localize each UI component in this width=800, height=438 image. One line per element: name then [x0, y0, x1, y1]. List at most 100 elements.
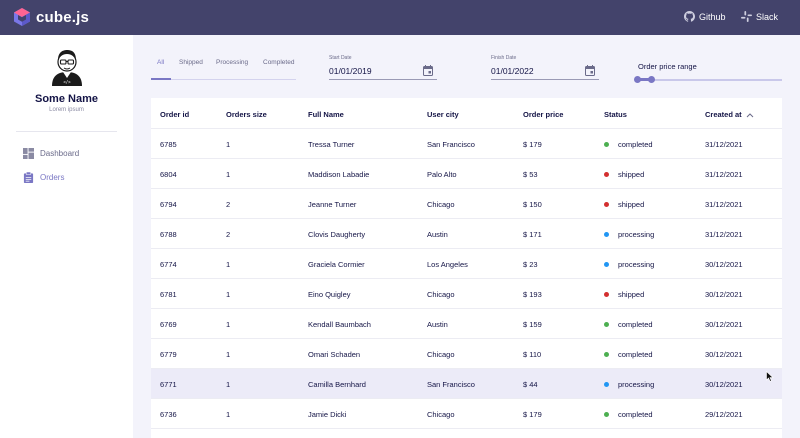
table-row[interactable]: 6779 1 Omari Schaden Chicago $ 110 completed 3…: [151, 339, 782, 369]
cell-created-at: 31/12/2021: [705, 170, 743, 179]
sidebar-item-dashboard[interactable]: Dashboard: [23, 148, 79, 159]
cell-status: completed: [618, 350, 653, 359]
column-header-order-id[interactable]: Order id: [160, 110, 189, 119]
tab-processing[interactable]: Processing: [216, 59, 248, 66]
cell-full-name: Jamie Dicki: [308, 410, 347, 419]
table-row[interactable]: 6774 1 Graciela Cormier Los Angeles $ 23 proc…: [151, 249, 782, 279]
user-name: Some Name: [35, 93, 98, 105]
tabs-underline: [151, 79, 296, 80]
cell-user-city: San Francisco: [427, 140, 475, 149]
finish-date-underline: [491, 79, 599, 80]
status-dot: [604, 382, 609, 387]
github-label: Github: [699, 11, 726, 22]
cell-order-price: $ 150: [523, 200, 542, 209]
dashboard-icon: [23, 148, 34, 159]
cell-orders-size: 2: [226, 200, 231, 209]
cell-orders-size: 1: [226, 320, 231, 329]
cell-full-name: Eino Quigley: [308, 290, 351, 299]
cell-order-price: $ 171: [523, 230, 542, 239]
cell-created-at: 30/12/2021: [705, 290, 743, 299]
cell-user-city: Austin: [427, 230, 448, 239]
price-range-min-thumb[interactable]: [634, 76, 641, 83]
start-date-value[interactable]: 01/01/2019: [329, 66, 372, 76]
column-header-orders-size[interactable]: Orders size: [226, 110, 267, 119]
cell-order-price: $ 53: [523, 170, 538, 179]
table-row[interactable]: 6781 1 Eino Quigley Chicago $ 193 shipped 30/1…: [151, 279, 782, 309]
orders-icon: [23, 172, 34, 183]
cell-full-name: Graciela Cormier: [308, 260, 365, 269]
cell-status: completed: [618, 410, 653, 419]
cell-order-id: 6788: [160, 230, 177, 239]
finish-date-field[interactable]: Finish Date 01/01/2022: [491, 55, 599, 80]
slack-link[interactable]: Slack: [741, 11, 778, 22]
sidebar-item-orders[interactable]: Orders: [23, 172, 64, 183]
cell-status: processing: [618, 380, 655, 389]
cell-full-name: Kendall Baumbach: [308, 320, 371, 329]
column-header-created-at[interactable]: Created at: [705, 110, 754, 119]
cell-orders-size: 1: [226, 170, 231, 179]
cell-created-at: 31/12/2021: [705, 230, 743, 239]
slack-label: Slack: [756, 11, 779, 22]
cell-order-price: $ 179: [523, 140, 542, 149]
start-date-field[interactable]: Start Date 01/01/2019: [329, 55, 437, 80]
cell-created-at: 30/12/2021: [705, 350, 743, 359]
svg-text:</>: </>: [63, 80, 71, 85]
cell-full-name: Clovis Daugherty: [308, 230, 366, 239]
app-header: cube.js Github Slack: [0, 0, 800, 35]
column-header-label: Created at: [705, 110, 742, 119]
calendar-icon[interactable]: [585, 65, 595, 76]
cell-full-name: Maddison Labadie: [308, 170, 370, 179]
cell-user-city: Palo Alto: [427, 170, 457, 179]
cell-order-id: 6771: [160, 380, 177, 389]
status-dot: [604, 292, 609, 297]
tab-completed[interactable]: Completed: [263, 59, 294, 66]
cell-status: shipped: [618, 200, 645, 209]
cell-order-price: $ 159: [523, 320, 542, 329]
cell-order-id: 6781: [160, 290, 177, 299]
table-row[interactable]: 6736 1 Jamie Dicki Chicago $ 179 completed 29/…: [151, 399, 782, 429]
status-dot: [604, 412, 609, 417]
price-range-max-thumb[interactable]: [648, 76, 655, 83]
table-row[interactable]: 6785 1 Tressa Turner San Francisco $ 179 comp…: [151, 129, 782, 159]
cell-order-id: 6804: [160, 170, 177, 179]
status-dot: [604, 322, 609, 327]
cell-status: processing: [618, 260, 655, 269]
cell-orders-size: 2: [226, 230, 231, 239]
cell-order-id: 6774: [160, 260, 177, 269]
column-header-status[interactable]: Status: [604, 110, 627, 119]
finish-date-value[interactable]: 01/01/2022: [491, 66, 534, 76]
price-range-track[interactable]: [638, 79, 782, 81]
cell-user-city: Austin: [427, 320, 448, 329]
column-header-order-price[interactable]: Order price: [523, 110, 563, 119]
table-row[interactable]: 6794 2 Jeanne Turner Chicago $ 150 shipped 31/…: [151, 189, 782, 219]
column-header-user-city[interactable]: User city: [427, 110, 459, 119]
table-row[interactable]: 6771 1 Camilla Bernhard San Francisco $ 44 pr…: [151, 369, 782, 399]
table-row[interactable]: 6788 2 Clovis Daugherty Austin $ 171 processi…: [151, 219, 782, 249]
cell-full-name: Jeanne Turner: [308, 200, 357, 209]
cell-full-name: Tressa Turner: [308, 140, 355, 149]
brand-logo[interactable]: cube.js: [12, 7, 89, 27]
table-row[interactable]: 6769 1 Kendall Baumbach Austin $ 159 complete…: [151, 309, 782, 339]
cell-order-id: 6736: [160, 410, 177, 419]
cell-user-city: San Francisco: [427, 380, 475, 389]
status-dot: [604, 202, 609, 207]
tab-active-indicator: [151, 78, 171, 80]
tab-all[interactable]: All: [157, 59, 164, 66]
sort-ascending-icon[interactable]: [746, 112, 754, 118]
cell-created-at: 30/12/2021: [705, 260, 743, 269]
cell-order-price: $ 23: [523, 260, 538, 269]
sidebar-divider: [16, 131, 117, 132]
brand-name: cube.js: [36, 8, 90, 26]
column-header-full-name[interactable]: Full Name: [308, 110, 344, 119]
cell-full-name: Camilla Bernhard: [308, 380, 366, 389]
cell-created-at: 29/12/2021: [705, 410, 743, 419]
cell-user-city: Chicago: [427, 410, 455, 419]
tab-shipped[interactable]: Shipped: [179, 59, 203, 66]
cell-user-city: Los Angeles: [427, 260, 468, 269]
calendar-icon[interactable]: [423, 65, 433, 76]
github-link[interactable]: Github: [684, 11, 726, 22]
cell-status: completed: [618, 140, 653, 149]
cell-order-id: 6785: [160, 140, 177, 149]
cell-orders-size: 1: [226, 410, 231, 419]
table-row[interactable]: 6804 1 Maddison Labadie Palo Alto $ 53 shippe…: [151, 159, 782, 189]
